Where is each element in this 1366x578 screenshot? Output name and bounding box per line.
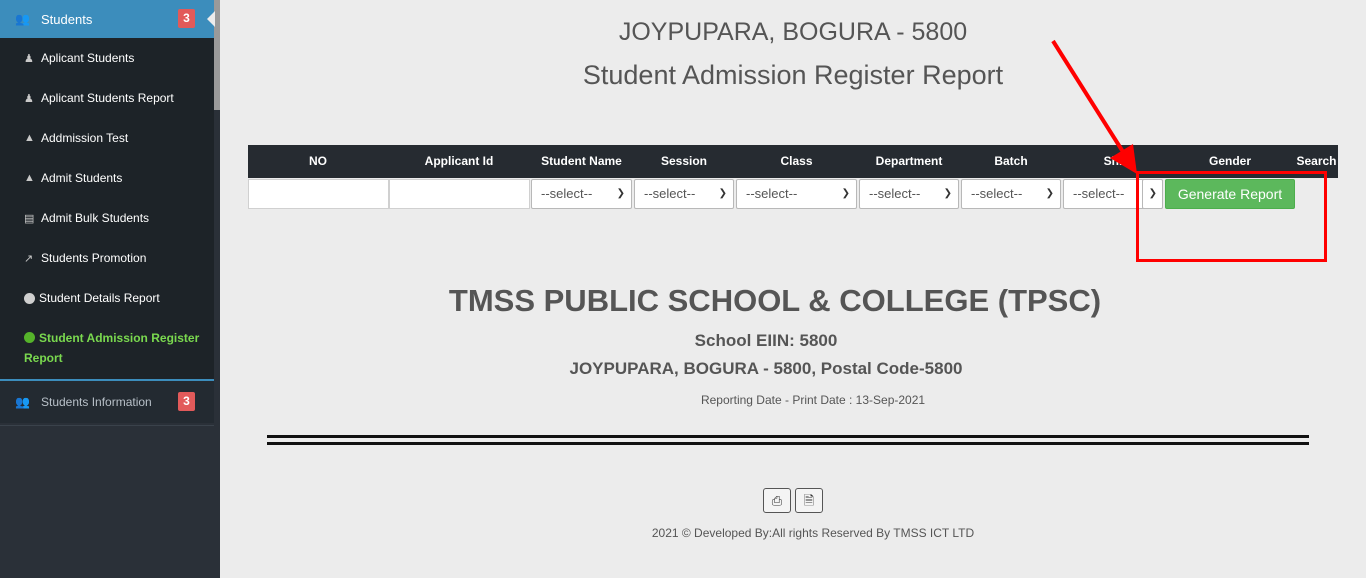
column-header-applicant-id: Applicant Id (424, 154, 494, 168)
users-icon: 👥 (15, 395, 30, 409)
chevron-down-icon: ❯ (841, 188, 850, 199)
users-icon: 👥 (15, 12, 30, 26)
page-address: JOYPUPARA, BOGURA - 5800 (618, 18, 968, 46)
print-button[interactable]: ⎙ (763, 488, 791, 513)
column-header-department: Department (875, 154, 943, 168)
sidebar-item-label: Student Admission Register Report (24, 331, 200, 365)
sidebar-item-label: Admit Students (41, 171, 123, 185)
sidebar-divider (0, 425, 214, 426)
pdf-icon: 🗎 (803, 493, 815, 508)
school-name: TMSS PUBLIC SCHOOL & COLLEGE (TPSC) (448, 283, 1102, 318)
column-header-student-name: Student Name (541, 154, 622, 168)
sidebar-item-admit-students[interactable]: ▲ Admit Students (24, 171, 122, 185)
sidebar-item-label: Admit Bulk Students (41, 211, 150, 225)
chevron-down-icon: ❯ (718, 188, 727, 199)
column-header-session: Session (660, 154, 708, 168)
sidebar-item-aplicant-students[interactable]: ♟ Aplicant Students (24, 51, 134, 65)
sidebar-item-students-promotion[interactable]: ↗ Students Promotion (24, 251, 146, 265)
chevron-down-icon: ❯ (1045, 188, 1054, 199)
sidebar-item-label: Aplicant Students (41, 51, 135, 65)
no-input[interactable] (248, 179, 389, 209)
sidebar-menu-students-label: Students (41, 11, 93, 27)
sidebar-item-label: Aplicant Students Report (41, 91, 174, 105)
user-plus-icon: ♟ (24, 92, 34, 105)
school-address: JOYPUPARA, BOGURA - 5800, Postal Code-58… (569, 359, 963, 378)
graduation-cap-icon: ▲ (24, 172, 35, 184)
department-select[interactable]: --select-- ❯ (859, 179, 959, 209)
select-value: --select-- (746, 186, 798, 201)
divider-line (267, 435, 1309, 438)
footer-text: 2021 © Developed By:All rights Reserved … (651, 526, 975, 540)
pdf-button[interactable]: 🗎 (795, 488, 823, 513)
column-header-batch: Batch (994, 154, 1028, 168)
select-value: --select-- (644, 186, 696, 201)
divider-line (267, 442, 1309, 445)
page-title: Student Admission Register Report (582, 60, 1004, 90)
sidebar-item-student-admission-register-report[interactable]: Student Admission Register Report (24, 328, 209, 368)
sidebar-item-admit-bulk-students[interactable]: ▤ Admit Bulk Students (24, 211, 149, 225)
students-information-badge: 3 (178, 392, 195, 411)
circle-icon (24, 292, 35, 304)
select-value: --select-- (541, 186, 593, 201)
circle-icon (24, 332, 35, 343)
select-value: --select-- (869, 186, 921, 201)
print-icon: ⎙ (771, 493, 783, 508)
user-plus-icon: ♟ (24, 52, 34, 65)
sidebar-item-addmission-test[interactable]: ▲ Addmission Test (24, 131, 128, 145)
sidebar-item-label: Addmission Test (41, 131, 129, 145)
active-caret (207, 11, 215, 27)
session-select[interactable]: --select-- ❯ (634, 179, 734, 209)
students-count-badge: 3 (178, 9, 195, 28)
sidebar-item-aplicant-students-report[interactable]: ♟ Aplicant Students Report (24, 91, 174, 105)
school-eiin: School EIIN: 5800 (694, 331, 838, 350)
applicant-id-input[interactable] (389, 179, 530, 209)
select-value: --select-- (971, 186, 1023, 201)
line-chart-icon: ↗ (24, 252, 34, 265)
column-header-class: Class (780, 154, 813, 168)
id-card-icon: ▤ (24, 212, 35, 225)
chevron-down-icon: ❯ (943, 188, 952, 199)
sidebar-item-label: Student Details Report (39, 291, 160, 305)
column-header-no: NO (309, 154, 327, 168)
sidebar-item-label: Students Promotion (41, 251, 147, 265)
class-select[interactable]: --select-- ❯ (736, 179, 857, 209)
select-value: --select-- (1073, 186, 1125, 201)
reporting-date: Reporting Date - Print Date : 13-Sep-202… (700, 393, 926, 407)
sidebar-menu-label: Students Information (41, 395, 152, 409)
chevron-down-icon: ❯ (616, 188, 625, 199)
annotation-highlight-box (1136, 171, 1327, 262)
graduation-cap-icon: ▲ (24, 132, 35, 144)
batch-select[interactable]: --select-- ❯ (961, 179, 1061, 209)
sidebar-item-student-details-report[interactable]: Student Details Report (24, 291, 160, 305)
student-name-select[interactable]: --select-- ❯ (531, 179, 632, 209)
